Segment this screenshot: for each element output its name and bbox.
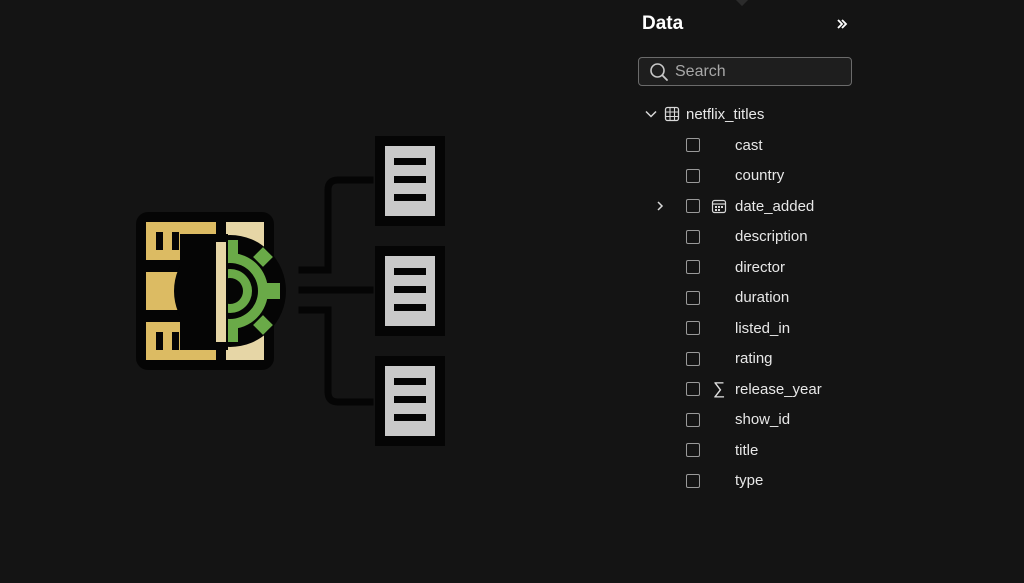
field-checkbox[interactable] [686, 168, 700, 183]
field-checkbox[interactable] [686, 351, 700, 366]
field-checkbox[interactable] [686, 138, 700, 153]
field-checkbox[interactable] [686, 443, 700, 458]
document-icon-top [375, 136, 445, 226]
field-row-director[interactable]: director [664, 252, 874, 283]
report-canvas: Data netflix_titles [0, 0, 1024, 583]
field-row-country[interactable]: country [664, 161, 874, 192]
field-label: type [735, 472, 764, 490]
field-label: show_id [735, 411, 791, 429]
search-input[interactable] [675, 62, 845, 81]
field-checkbox[interactable] [686, 199, 700, 214]
pane-pointer-notch [734, 0, 750, 7]
field-row-type[interactable]: type [664, 466, 874, 497]
database-server-with-gear-and-documents-icon [136, 136, 445, 446]
collapse-pane-button[interactable] [832, 14, 852, 34]
field-list: cast country date_added description dire… [657, 130, 874, 497]
field-label: title [735, 441, 759, 459]
table-name: netflix_titles [686, 105, 765, 123]
field-checkbox[interactable] [686, 473, 700, 488]
table-item-netflix-titles[interactable]: netflix_titles [644, 102, 864, 126]
table-icon [664, 106, 680, 122]
field-label: duration [735, 289, 790, 307]
field-checkbox[interactable] [686, 321, 700, 336]
field-row-rating[interactable]: rating [664, 344, 874, 375]
pane-title: Data [642, 13, 684, 34]
field-row-duration[interactable]: duration [664, 283, 874, 314]
field-checkbox[interactable] [686, 229, 700, 244]
field-label: date_added [735, 197, 815, 215]
field-checkbox[interactable] [686, 382, 700, 397]
field-label: country [735, 167, 785, 185]
chevron-right-icon[interactable] [654, 199, 666, 213]
sigma-icon: ∑ [712, 379, 726, 399]
field-label: description [735, 228, 808, 246]
search-field[interactable] [638, 57, 852, 86]
field-row-listed-in[interactable]: listed_in [664, 313, 874, 344]
field-row-title[interactable]: title [664, 435, 874, 466]
chevron-down-icon[interactable] [644, 107, 658, 121]
calendar-icon [710, 197, 728, 215]
field-label: director [735, 258, 786, 276]
double-chevron-right-icon [837, 19, 848, 29]
field-row-description[interactable]: description [664, 222, 874, 253]
field-row-date-added[interactable]: date_added [657, 191, 874, 222]
field-row-release-year[interactable]: ∑ release_year [664, 374, 874, 405]
search-icon [650, 62, 668, 81]
field-label: cast [735, 136, 763, 154]
field-label: rating [735, 350, 773, 368]
document-icon-bottom [375, 356, 445, 446]
field-checkbox[interactable] [686, 290, 700, 305]
field-checkbox[interactable] [686, 412, 700, 427]
field-label: release_year [735, 380, 822, 398]
field-label: listed_in [735, 319, 791, 337]
document-icon-middle [375, 246, 445, 336]
data-pane: Data netflix_titles [624, 0, 874, 583]
field-row-show-id[interactable]: show_id [664, 405, 874, 436]
field-row-cast[interactable]: cast [664, 130, 874, 161]
field-checkbox[interactable] [686, 260, 700, 275]
